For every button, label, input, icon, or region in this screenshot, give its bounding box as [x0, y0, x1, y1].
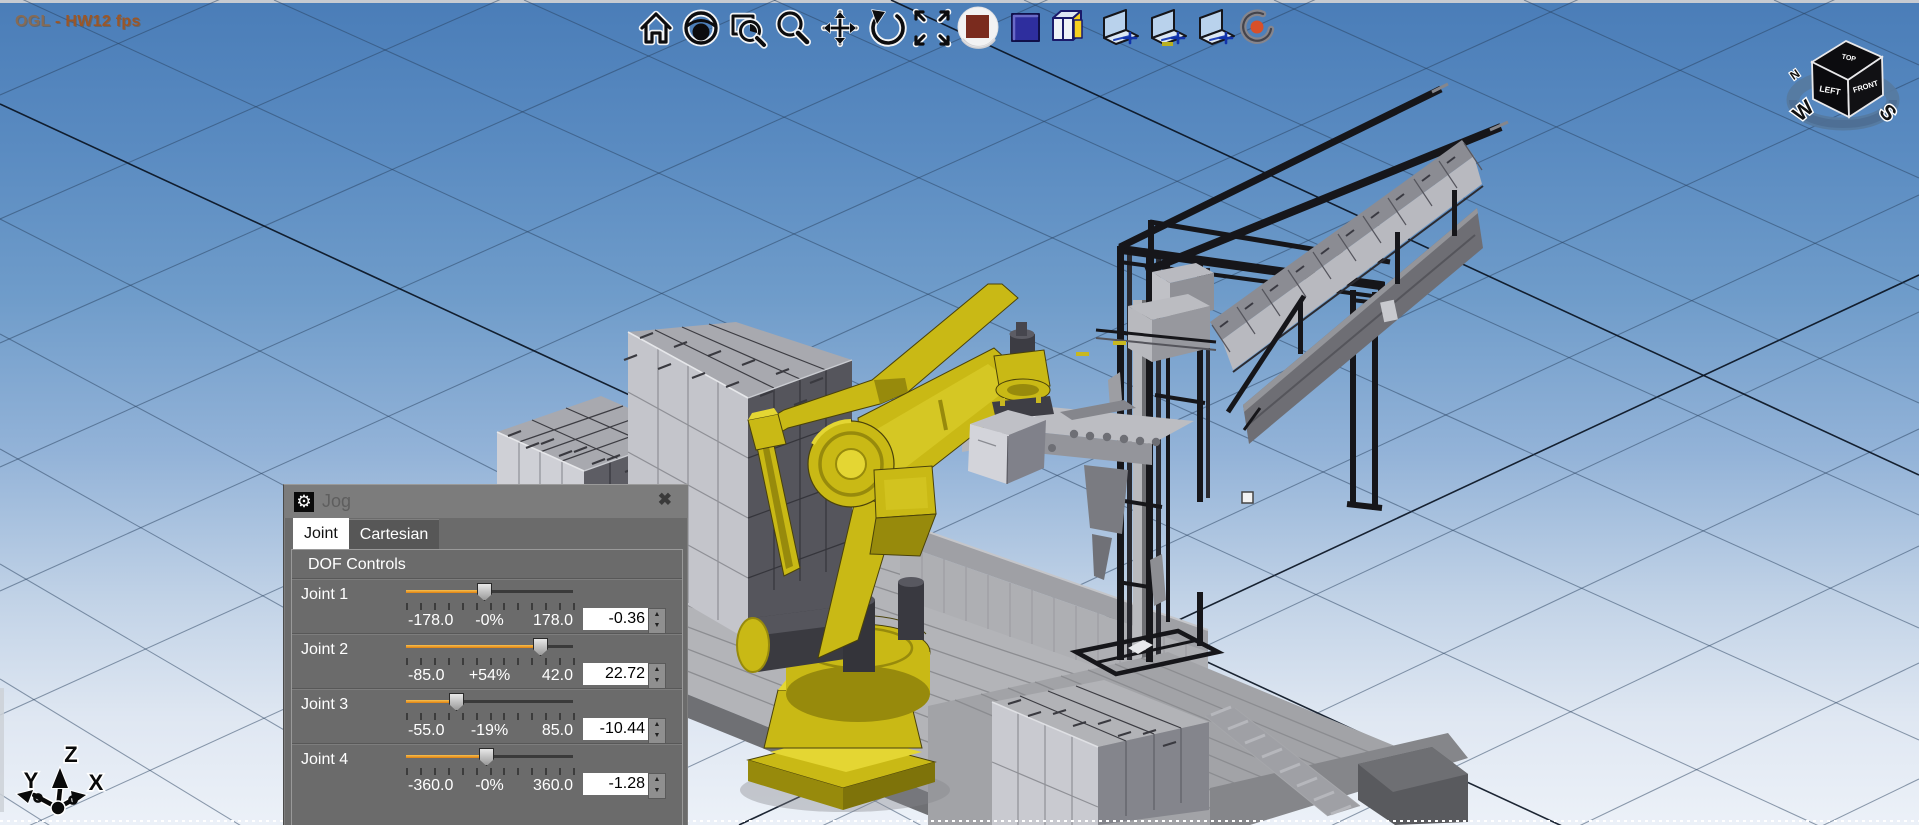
svg-text:Z: Z [64, 742, 77, 767]
svg-text:Y: Y [24, 768, 39, 793]
svg-text:X: X [89, 770, 104, 795]
